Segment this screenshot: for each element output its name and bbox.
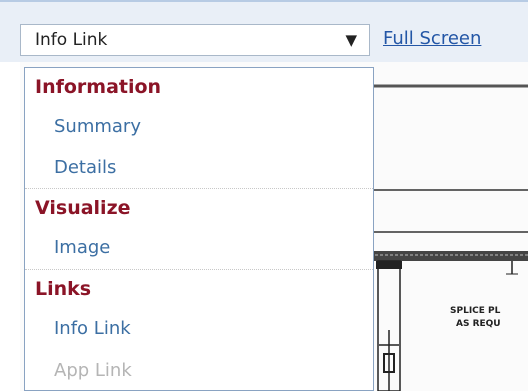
full-screen-link[interactable]: Full Screen: [383, 28, 481, 49]
group-header-links: Links: [35, 278, 92, 300]
menu-item-info-link[interactable]: Info Link: [25, 308, 373, 350]
drawing-beam: [370, 251, 528, 261]
drawing-column-cap: [376, 261, 402, 269]
group-header-visualize: Visualize: [35, 197, 131, 219]
view-select-value: Info Link: [35, 30, 108, 50]
view-select[interactable]: Info Link ▼: [20, 24, 370, 56]
drawing-note-line1: SPLICE PL: [450, 306, 501, 316]
menu-item-details[interactable]: Details: [25, 148, 373, 188]
toolbar: Info Link ▼ Full Screen: [0, 0, 528, 62]
view-dropdown-menu: Information Summary Details Visualize Im…: [24, 67, 374, 391]
menu-item-app-link: App Link: [54, 360, 132, 381]
menu-item-summary[interactable]: Summary: [25, 106, 373, 148]
group-header-information: Information: [35, 76, 162, 98]
chevron-down-icon[interactable]: ▼: [345, 31, 357, 49]
menu-item-image[interactable]: Image: [25, 227, 373, 269]
drawing-note-line2: AS REQU: [456, 319, 501, 329]
